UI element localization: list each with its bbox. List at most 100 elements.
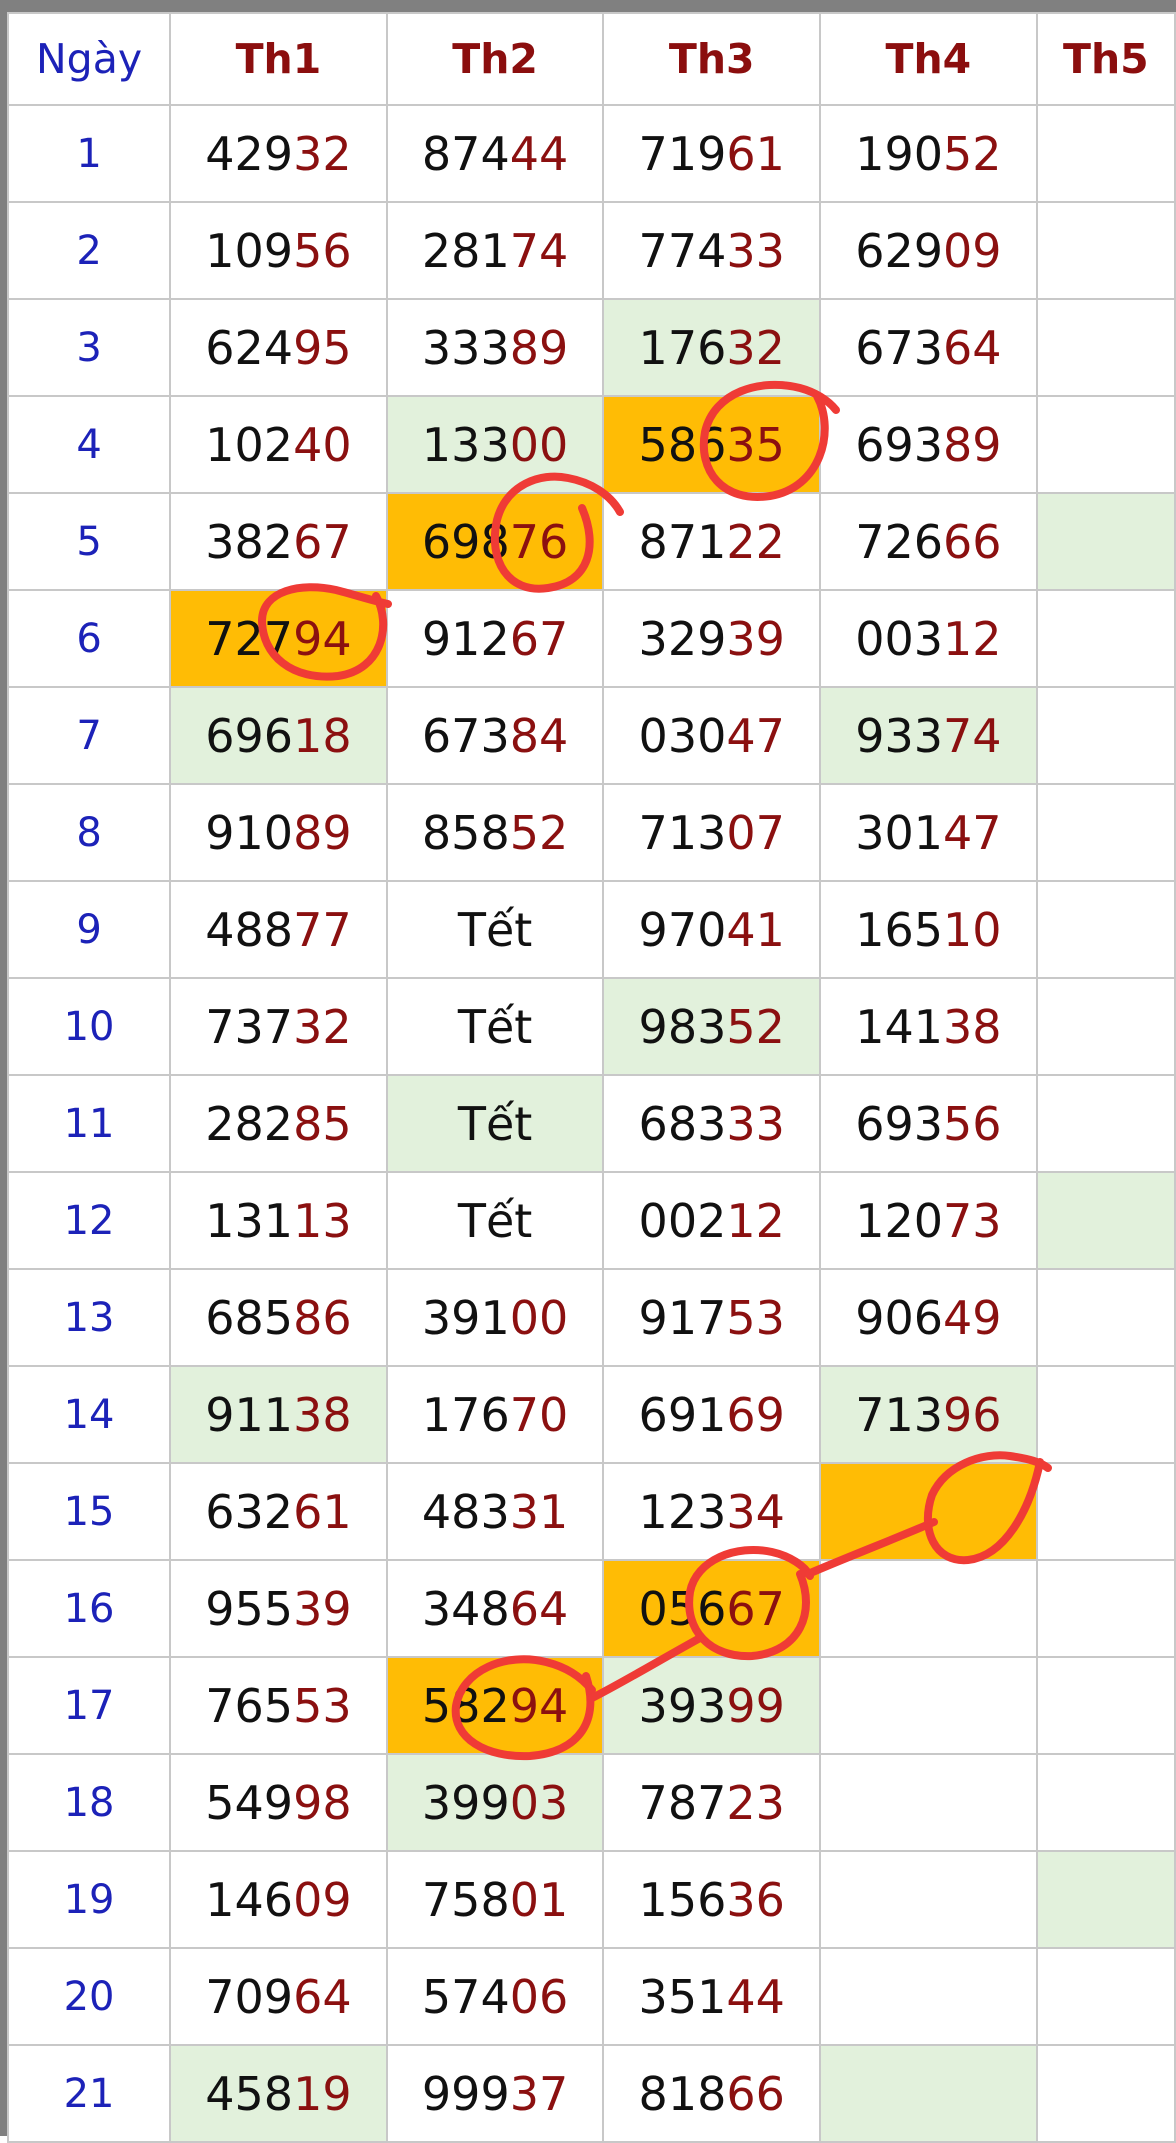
result-head-digits: 003 xyxy=(855,611,943,666)
result-head-digits: 281 xyxy=(421,223,510,278)
result-head-digits: 483 xyxy=(421,1484,510,1539)
result-tail-digits: 39 xyxy=(293,1581,352,1636)
result-cell: 34864 xyxy=(385,1559,605,1658)
result-head-digits: 348 xyxy=(421,1581,510,1636)
result-head-digits: 910 xyxy=(205,805,294,860)
table-row: 2 10956 28174 77433 62909 xyxy=(6,201,1176,300)
result-head-digits: 713 xyxy=(855,1387,943,1442)
result-tail-digits: 07 xyxy=(726,805,785,860)
result-cell: 91138 xyxy=(169,1365,388,1464)
result-tail-digits: 76 xyxy=(509,514,569,569)
result-cell: 76553 xyxy=(169,1656,388,1755)
result-cell: 81866 xyxy=(602,2044,822,2143)
result-tail-digits: 96 xyxy=(943,1387,1002,1442)
result-cell: 15636 xyxy=(602,1850,822,1949)
result-tail-digits: 39 xyxy=(726,611,785,666)
result-tail-digits: 32 xyxy=(293,126,352,181)
result-cell: 39903 xyxy=(385,1753,605,1852)
result-tail-digits: 95 xyxy=(293,320,352,375)
result-tail-digits: 86 xyxy=(293,1290,352,1345)
result-tail-digits: 12 xyxy=(943,611,1002,666)
day-number: 12 xyxy=(6,1171,172,1270)
result-cell xyxy=(1035,1947,1176,2046)
result-head-digits: 683 xyxy=(638,1096,727,1151)
result-tail-digits: 49 xyxy=(943,1290,1002,1345)
result-cell: 00312 xyxy=(819,589,1038,688)
result-cell: 95539 xyxy=(169,1559,388,1658)
table-row: 19 14609 75801 15636 xyxy=(6,1850,1176,1949)
result-tail-digits: 67 xyxy=(293,514,352,569)
result-cell: 45819 xyxy=(169,2044,388,2143)
result-head-digits: 488 xyxy=(205,902,294,957)
table-row: 13 68586 39100 91753 90649 xyxy=(6,1268,1176,1367)
result-head-digits: 586 xyxy=(638,417,727,472)
result-cell xyxy=(1035,1462,1176,1561)
day-number: 7 xyxy=(6,686,172,785)
result-cell xyxy=(819,1559,1038,1658)
result-tail-digits: 35 xyxy=(726,417,785,472)
result-head-digits: 983 xyxy=(638,999,727,1054)
result-cell: 28174 xyxy=(385,201,605,300)
result-tail-digits: 89 xyxy=(943,417,1002,472)
result-cell: 69356 xyxy=(819,1074,1038,1173)
result-head-digits: 912 xyxy=(421,611,510,666)
result-cell xyxy=(1035,104,1176,203)
result-tail-digits: 13 xyxy=(293,1193,352,1248)
result-head-digits: 190 xyxy=(855,126,943,181)
result-cell: 54998 xyxy=(169,1753,388,1852)
result-head-digits: 146 xyxy=(205,1872,294,1927)
result-cell: 77433 xyxy=(602,201,822,300)
result-tail-digits: 53 xyxy=(726,1290,785,1345)
result-cell: 42932 xyxy=(169,104,388,203)
result-cell: 14609 xyxy=(169,1850,388,1949)
result-cell: 39100 xyxy=(385,1268,605,1367)
table-row: 11 28285 Tết 68333 69356 xyxy=(6,1074,1176,1173)
result-head-digits: 282 xyxy=(205,1096,294,1151)
day-number: 10 xyxy=(6,977,172,1076)
result-tail-digits: 32 xyxy=(293,999,352,1054)
result-head-digits: 999 xyxy=(421,2066,510,2121)
result-cell: 69876 xyxy=(385,492,605,591)
result-head-digits: 391 xyxy=(421,1290,510,1345)
result-head-digits: 693 xyxy=(855,417,943,472)
result-cell xyxy=(819,1462,1038,1561)
day-number: 8 xyxy=(6,783,172,882)
result-cell: Tết xyxy=(385,1171,605,1270)
result-head-digits: 758 xyxy=(421,1872,510,1927)
result-head-digits: 737 xyxy=(205,999,294,1054)
result-head-digits: 955 xyxy=(205,1581,294,1636)
result-cell: 38267 xyxy=(169,492,388,591)
result-head-digits: 141 xyxy=(855,999,943,1054)
result-tail-digits: 56 xyxy=(943,1096,1002,1151)
result-tail-digits: 94 xyxy=(509,1678,569,1733)
result-cell: 63261 xyxy=(169,1462,388,1561)
result-tail-digits: 18 xyxy=(293,708,352,763)
result-cell: Tết xyxy=(385,1074,605,1173)
result-tail-digits: 23 xyxy=(726,1775,785,1830)
result-cell: 57406 xyxy=(385,1947,605,2046)
result-head-digits: 165 xyxy=(855,902,943,957)
day-number: 14 xyxy=(6,1365,172,1464)
table-row: 1 42932 87444 71961 19052 xyxy=(6,104,1176,203)
result-tail-digits: 67 xyxy=(509,611,569,666)
day-number: 4 xyxy=(6,395,172,494)
result-head-digits: 970 xyxy=(638,902,727,957)
day-number: 21 xyxy=(6,2044,172,2143)
result-cell: 17670 xyxy=(385,1365,605,1464)
result-cell: 91753 xyxy=(602,1268,822,1367)
day-number: 5 xyxy=(6,492,172,591)
result-head-digits: 120 xyxy=(855,1193,943,1248)
result-cell: 00212 xyxy=(602,1171,822,1270)
day-number: 3 xyxy=(6,298,172,397)
result-tail-digits: 44 xyxy=(509,126,569,181)
result-tail-digits: 53 xyxy=(293,1678,352,1733)
result-cell xyxy=(819,1947,1038,2046)
day-number: 15 xyxy=(6,1462,172,1561)
result-cell: 12334 xyxy=(602,1462,822,1561)
result-head-digits: 765 xyxy=(205,1678,294,1733)
result-tail-digits: 73 xyxy=(943,1193,1002,1248)
result-cell: 14138 xyxy=(819,977,1038,1076)
result-tail-digits: 64 xyxy=(509,1581,569,1636)
result-cell: Tết xyxy=(385,880,605,979)
header-th5: Th5 xyxy=(1035,12,1176,106)
